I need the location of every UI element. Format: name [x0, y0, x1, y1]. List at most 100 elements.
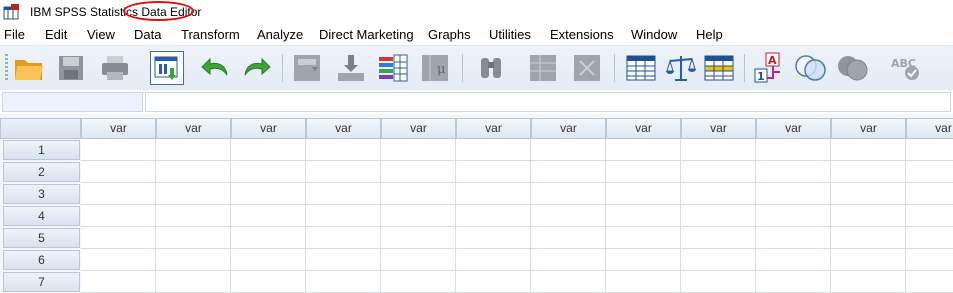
toolbar-grip[interactable]	[5, 54, 8, 82]
cell-value-editor[interactable]	[145, 92, 951, 112]
menu-window[interactable]: Window	[631, 27, 677, 42]
menu-extensions[interactable]: Extensions	[550, 27, 614, 42]
data-cell[interactable]	[531, 249, 606, 271]
data-cell[interactable]	[906, 139, 953, 161]
data-cell[interactable]	[381, 205, 456, 227]
data-cell[interactable]	[756, 183, 831, 205]
data-cell[interactable]	[831, 139, 906, 161]
row-header[interactable]: 7	[3, 272, 80, 292]
row-header[interactable]: 5	[3, 228, 80, 248]
data-cell[interactable]	[531, 227, 606, 249]
data-cell[interactable]	[831, 161, 906, 183]
data-cell[interactable]	[606, 183, 681, 205]
split-file-button[interactable]	[624, 51, 658, 85]
data-cell[interactable]	[381, 227, 456, 249]
data-cell[interactable]	[756, 271, 831, 293]
data-cell[interactable]	[456, 139, 531, 161]
data-cell[interactable]	[231, 161, 306, 183]
data-cell[interactable]	[756, 161, 831, 183]
data-cell[interactable]	[831, 205, 906, 227]
data-cell[interactable]	[606, 161, 681, 183]
column-header-var[interactable]: var	[906, 118, 953, 139]
spss-app-icon[interactable]	[3, 3, 21, 21]
data-cell[interactable]	[81, 139, 156, 161]
data-cell[interactable]	[606, 271, 681, 293]
menu-graphs[interactable]: Graphs	[428, 27, 471, 42]
menu-data[interactable]: Data	[134, 27, 161, 42]
redo-button[interactable]	[240, 51, 274, 85]
row-header[interactable]: 1	[3, 140, 80, 160]
cell-reference-box[interactable]	[2, 92, 143, 112]
data-cell[interactable]	[81, 227, 156, 249]
column-header-var[interactable]: var	[831, 118, 906, 139]
undo-button[interactable]	[198, 51, 232, 85]
menu-utilities[interactable]: Utilities	[489, 27, 531, 42]
variables-button[interactable]	[376, 51, 410, 85]
data-cell[interactable]	[156, 249, 231, 271]
run-descriptives-button[interactable]: μ	[418, 51, 452, 85]
data-cell[interactable]	[306, 183, 381, 205]
data-cell[interactable]	[906, 249, 953, 271]
goto-case-button[interactable]	[290, 51, 324, 85]
menu-transform[interactable]: Transform	[181, 27, 240, 42]
data-cell[interactable]	[756, 139, 831, 161]
menu-help[interactable]: Help	[696, 27, 723, 42]
data-cell[interactable]	[381, 249, 456, 271]
find-button[interactable]	[474, 51, 508, 85]
data-cell[interactable]	[306, 271, 381, 293]
data-cell[interactable]	[81, 249, 156, 271]
data-cell[interactable]	[306, 161, 381, 183]
weight-cases-button[interactable]	[664, 51, 698, 85]
data-cell[interactable]	[531, 139, 606, 161]
data-cell[interactable]	[381, 139, 456, 161]
menu-edit[interactable]: Edit	[45, 27, 67, 42]
data-cell[interactable]	[81, 271, 156, 293]
menu-file[interactable]: File	[4, 27, 25, 42]
data-cell[interactable]	[381, 271, 456, 293]
print-button[interactable]	[98, 51, 132, 85]
menu-direct-marketing[interactable]: Direct Marketing	[319, 27, 414, 42]
data-cell[interactable]	[456, 227, 531, 249]
data-cell[interactable]	[231, 139, 306, 161]
data-cell[interactable]	[81, 205, 156, 227]
data-cell[interactable]	[531, 205, 606, 227]
goto-variable-button[interactable]	[334, 51, 368, 85]
menu-analyze[interactable]: Analyze	[257, 27, 303, 42]
data-cell[interactable]	[231, 227, 306, 249]
insert-cases-button[interactable]	[526, 51, 560, 85]
data-cell[interactable]	[156, 183, 231, 205]
data-cell[interactable]	[681, 249, 756, 271]
data-cell[interactable]	[831, 183, 906, 205]
data-cell[interactable]	[306, 227, 381, 249]
data-cell[interactable]	[306, 205, 381, 227]
data-cell[interactable]	[381, 161, 456, 183]
data-cell[interactable]	[681, 139, 756, 161]
data-cell[interactable]	[456, 183, 531, 205]
recall-dialog-button[interactable]	[150, 51, 184, 85]
use-variable-sets-button[interactable]	[794, 51, 828, 85]
data-cell[interactable]	[456, 271, 531, 293]
data-cell[interactable]	[906, 205, 953, 227]
data-cell[interactable]	[531, 183, 606, 205]
data-cell[interactable]	[306, 139, 381, 161]
data-cell[interactable]	[231, 183, 306, 205]
data-cell[interactable]	[756, 249, 831, 271]
data-cell[interactable]	[606, 249, 681, 271]
data-cell[interactable]	[456, 249, 531, 271]
row-header[interactable]: 6	[3, 250, 80, 270]
data-cell[interactable]	[681, 205, 756, 227]
open-button[interactable]	[12, 51, 46, 85]
data-cell[interactable]	[531, 271, 606, 293]
data-cell[interactable]	[381, 183, 456, 205]
column-header-var[interactable]: var	[81, 118, 156, 139]
column-header-var[interactable]: var	[306, 118, 381, 139]
data-cell[interactable]	[156, 271, 231, 293]
column-header-var[interactable]: var	[381, 118, 456, 139]
insert-variable-button[interactable]	[570, 51, 604, 85]
menu-view[interactable]: View	[87, 27, 115, 42]
data-cell[interactable]	[606, 205, 681, 227]
data-cell[interactable]	[831, 271, 906, 293]
data-cell[interactable]	[231, 249, 306, 271]
select-cases-button[interactable]	[702, 51, 736, 85]
data-cell[interactable]	[681, 271, 756, 293]
